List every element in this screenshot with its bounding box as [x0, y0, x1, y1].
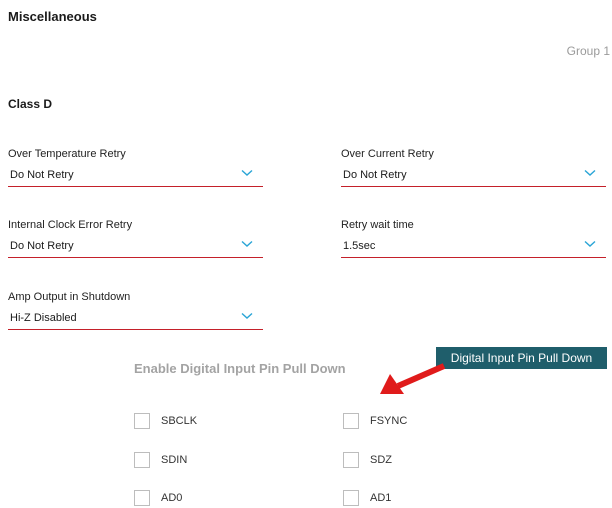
- chevron-down-icon: [241, 312, 253, 319]
- over-current-retry-select[interactable]: Do Not Retry: [341, 168, 606, 187]
- select-value: Do Not Retry: [10, 169, 74, 181]
- over-temperature-retry-select[interactable]: Do Not Retry: [8, 168, 263, 187]
- checkbox-label: FSYNC: [370, 415, 408, 427]
- field-label: Amp Output in Shutdown: [8, 291, 131, 303]
- field-label: Internal Clock Error Retry: [8, 219, 133, 231]
- chevron-down-icon: [584, 240, 596, 247]
- amp-output-in-shutdown-select[interactable]: Hi-Z Disabled: [8, 311, 263, 330]
- internal-clock-error-retry-field: Internal Clock Error Retry Do Not Retry: [8, 218, 263, 258]
- red-arrow-icon: [380, 363, 446, 394]
- internal-clock-error-retry-select[interactable]: Do Not Retry: [8, 239, 263, 258]
- group-label: Group 1: [566, 44, 610, 58]
- select-value: Do Not Retry: [343, 169, 407, 181]
- checkbox-label: SDIN: [161, 454, 188, 466]
- field-label: Over Current Retry: [341, 148, 434, 160]
- pin-fsync-checkbox[interactable]: [343, 413, 359, 429]
- field-label: Over Temperature Retry: [8, 148, 126, 160]
- pin-ad0-checkbox[interactable]: [134, 490, 150, 506]
- pin-sdin-checkbox[interactable]: [134, 452, 150, 468]
- retry-wait-time-select[interactable]: 1.5sec: [341, 239, 606, 258]
- pull-down-tooltip: Digital Input Pin Pull Down: [436, 347, 607, 369]
- checkbox-label: SBCLK: [161, 415, 198, 427]
- field-label: Retry wait time: [341, 219, 414, 231]
- checkbox-label: AD0: [161, 492, 183, 504]
- select-value: 1.5sec: [343, 240, 376, 252]
- select-value: Do Not Retry: [10, 240, 74, 252]
- pin-sbclk-checkbox[interactable]: [134, 413, 150, 429]
- checkbox-label: SDZ: [370, 454, 392, 466]
- over-temperature-retry-field: Over Temperature Retry Do Not Retry: [8, 147, 263, 187]
- page-title: Miscellaneous: [8, 9, 97, 24]
- chevron-down-icon: [584, 169, 596, 176]
- select-value: Hi-Z Disabled: [10, 312, 77, 324]
- miscellaneous-page: Miscellaneous Group 1 Class D Over Tempe…: [0, 0, 612, 508]
- retry-wait-time-field: Retry wait time 1.5sec: [341, 218, 606, 258]
- chevron-down-icon: [241, 240, 253, 247]
- pin-ad1-checkbox[interactable]: [343, 490, 359, 506]
- amp-output-in-shutdown-field: Amp Output in Shutdown Hi-Z Disabled: [8, 290, 263, 330]
- pull-down-section-heading: Enable Digital Input Pin Pull Down: [134, 361, 346, 376]
- chevron-down-icon: [241, 169, 253, 176]
- over-current-retry-field: Over Current Retry Do Not Retry: [341, 147, 606, 187]
- checkbox-label: AD1: [370, 492, 392, 504]
- section-title-class-d: Class D: [8, 97, 53, 111]
- pin-sdz-checkbox[interactable]: [343, 452, 359, 468]
